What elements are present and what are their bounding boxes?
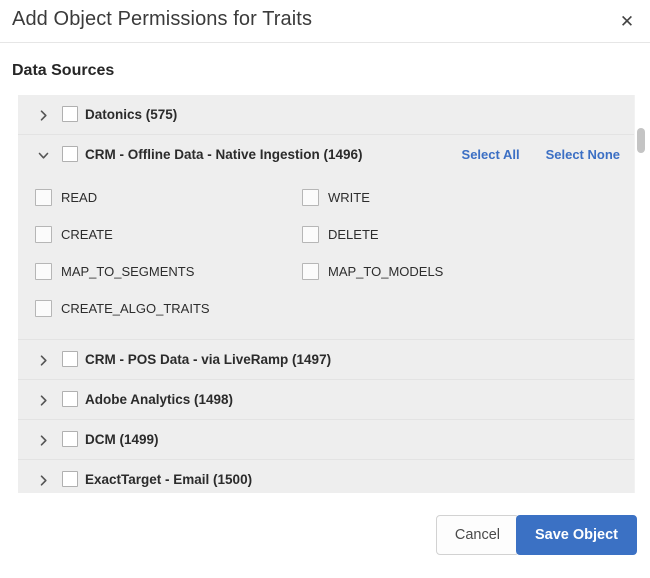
permission-label: DELETE [328,227,379,242]
permission-checkbox[interactable] [302,263,319,280]
data-source-label: CRM - POS Data - via LiveRamp (1497) [85,352,332,367]
select-all-link[interactable]: Select All [462,147,520,162]
chevron-right-icon[interactable] [30,420,56,460]
permission-label: WRITE [328,190,370,205]
permission-checkbox[interactable] [35,263,52,280]
data-source-checkbox[interactable] [62,106,78,122]
data-source-label: DCM (1499) [85,432,159,447]
permission-row: READ WRITE [18,179,634,216]
data-source-row[interactable]: Adobe Analytics (1498) [18,380,634,420]
permission-checkbox[interactable] [302,189,319,206]
permission-label: MAP_TO_MODELS [328,264,444,279]
permission-checkbox[interactable] [35,300,52,317]
permission-row: CREATE DELETE [18,216,634,253]
scrollbar-track[interactable] [634,95,646,493]
permission-item[interactable]: DELETE [302,216,379,253]
data-source-row[interactable]: ExactTarget - Email (1500) [18,460,634,493]
save-object-button[interactable]: Save Object [515,515,637,555]
data-source-label: Datonics (575) [85,107,178,122]
data-source-checkbox[interactable] [62,471,78,487]
dialog-header: Add Object Permissions for Traits ✕ [0,0,650,43]
permission-checkbox[interactable] [35,226,52,243]
close-icon[interactable]: ✕ [615,9,639,33]
permission-item[interactable]: CREATE [35,216,113,253]
data-source-checkbox[interactable] [62,351,78,367]
select-none-link[interactable]: Select None [546,147,620,162]
permissions-panel: READ WRITE CREATE DELETE MAP_TO_SEGMENTS MAP_… [18,175,634,340]
data-source-label: CRM - Offline Data - Native Ingestion (1… [85,147,363,162]
select-links: Select All Select None [436,135,620,175]
permission-checkbox[interactable] [35,189,52,206]
add-object-permissions-dialog: Add Object Permissions for Traits ✕ Data… [0,0,650,578]
permission-item[interactable]: MAP_TO_SEGMENTS [35,253,194,290]
data-source-checkbox[interactable] [62,146,78,162]
permission-label: MAP_TO_SEGMENTS [61,264,195,279]
data-source-label: Adobe Analytics (1498) [85,392,234,407]
section-title: Data Sources [12,62,115,79]
permission-item[interactable]: READ [35,179,97,216]
scrollbar-thumb[interactable] [637,128,645,153]
permission-checkbox[interactable] [302,226,319,243]
permission-row: CREATE_ALGO_TRAITS [18,290,634,327]
cancel-button[interactable]: Cancel [435,515,519,555]
chevron-right-icon[interactable] [30,340,56,380]
data-source-label: ExactTarget - Email (1500) [85,472,253,487]
data-source-checkbox[interactable] [62,431,78,447]
dialog-title: Add Object Permissions for Traits [12,8,313,30]
chevron-right-icon[interactable] [30,380,56,420]
chevron-right-icon[interactable] [30,460,56,493]
data-source-row[interactable]: Datonics (575) [18,95,634,135]
data-sources-list: Datonics (575) CRM - Offline Data - Nativ… [18,95,634,493]
data-source-checkbox[interactable] [62,391,78,407]
permission-label: READ [61,190,98,205]
data-source-row[interactable]: DCM (1499) [18,420,634,460]
data-sources-scroll-panel[interactable]: Datonics (575) CRM - Offline Data - Nativ… [18,95,646,493]
permission-item[interactable]: CREATE_ALGO_TRAITS [35,290,210,327]
chevron-down-icon[interactable] [30,135,56,175]
permission-label: CREATE [61,227,113,242]
permission-label: CREATE_ALGO_TRAITS [61,301,210,316]
dialog-footer: Cancel Save Object [0,493,650,578]
data-source-row[interactable]: CRM - POS Data - via LiveRamp (1497) [18,340,634,380]
data-source-row[interactable]: CRM - Offline Data - Native Ingestion (1… [18,135,634,175]
permission-row: MAP_TO_SEGMENTS MAP_TO_MODELS [18,253,634,290]
chevron-right-icon[interactable] [30,95,56,135]
permission-item[interactable]: WRITE [302,179,370,216]
permission-item[interactable]: MAP_TO_MODELS [302,253,443,290]
